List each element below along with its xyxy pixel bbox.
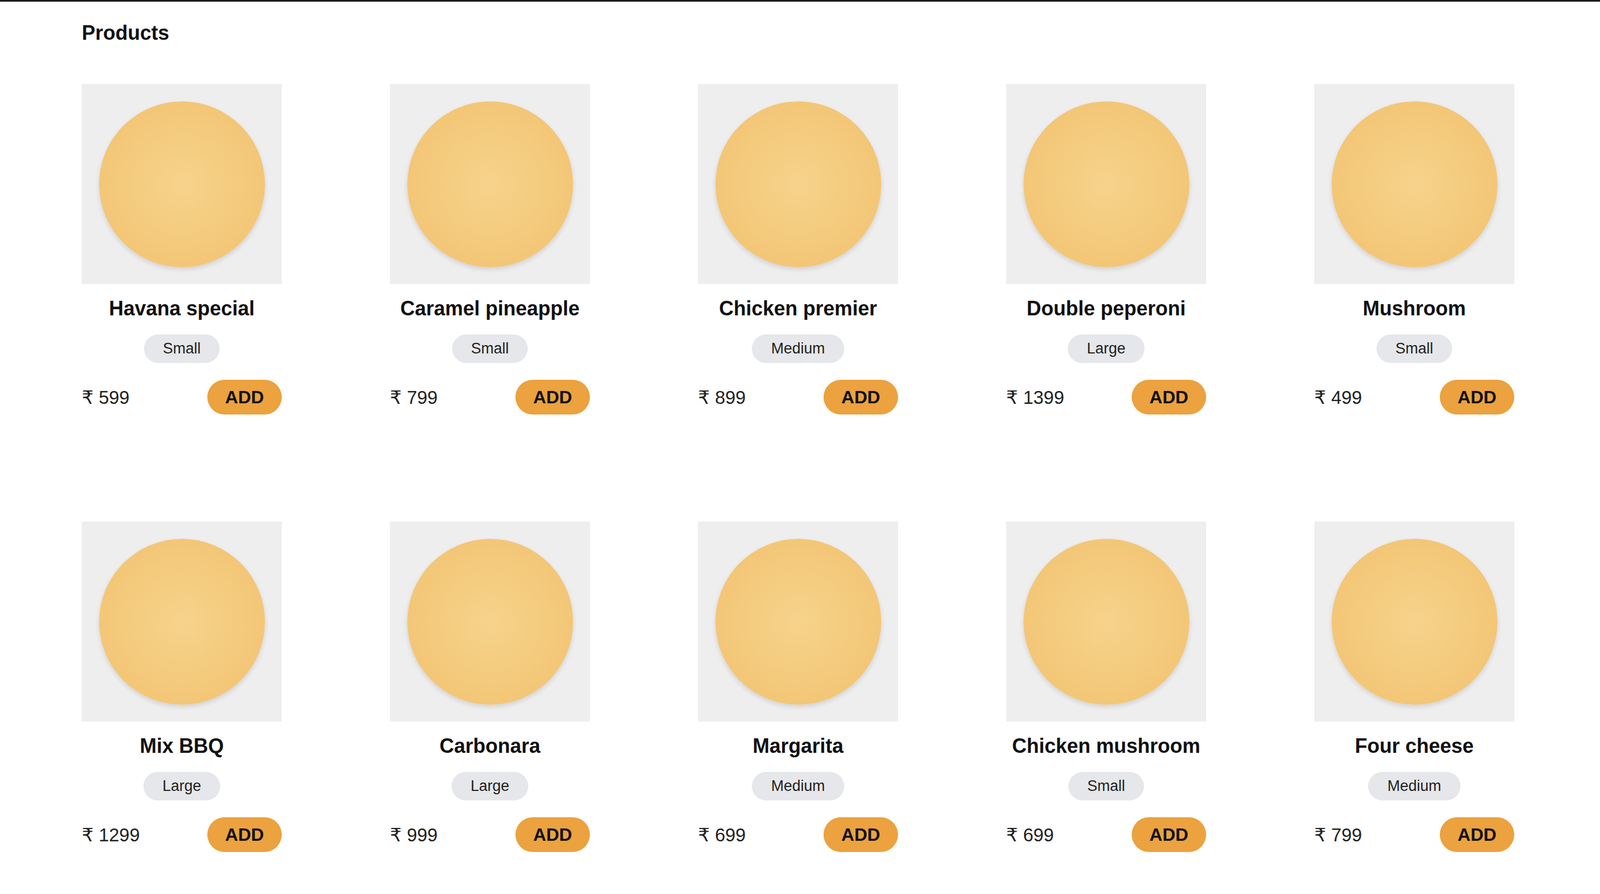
- pizza-icon: [99, 538, 265, 705]
- pizza-icon: [1331, 538, 1498, 705]
- product-photo: [1314, 84, 1515, 285]
- price-row: ₹ 1399 ADD: [1006, 379, 1207, 415]
- product-card: Havana special Small ₹ 599 ADD: [81, 84, 282, 415]
- price-row: ₹ 799 ADD: [1314, 817, 1515, 853]
- product-card: Mushroom Small ₹ 499 ADD: [1314, 84, 1515, 415]
- product-photo: [1006, 84, 1207, 285]
- add-button[interactable]: ADD: [515, 817, 590, 853]
- product-photo: [698, 84, 899, 285]
- size-badge: Large: [143, 771, 221, 801]
- product-photo: [81, 521, 282, 722]
- product-price: ₹ 799: [1314, 824, 1362, 846]
- product-card: Chicken premier Medium₹ 899 ADD: [698, 84, 899, 415]
- product-price: ₹ 899: [698, 386, 746, 409]
- size-badge: Medium: [751, 334, 844, 364]
- product-price: ₹ 999: [389, 824, 438, 846]
- product-card: Mix BBQ Large ₹ 1299 ADD: [81, 521, 282, 853]
- size-badge: Medium: [1368, 771, 1460, 801]
- size-badge: Medium: [751, 771, 844, 801]
- add-button[interactable]: ADD: [1131, 379, 1207, 415]
- add-button[interactable]: ADD: [207, 379, 282, 415]
- pizza-icon: [407, 538, 574, 705]
- add-button[interactable]: ADD: [1131, 817, 1207, 853]
- size-badge: Large: [1067, 334, 1145, 364]
- product-grid: Havana specialSmall₹ 599ADDCaramel pinea…: [81, 84, 1600, 853]
- product-name: Four cheese: [1354, 733, 1474, 759]
- price-row: ₹ 1299 ADD: [81, 817, 282, 853]
- product-name: Carbonara: [439, 733, 541, 759]
- product-card: Carbonara Large ₹ 999 ADD: [389, 521, 590, 853]
- pizza-icon: [99, 101, 265, 268]
- product-price: ₹ 1399: [1006, 386, 1065, 409]
- product-card: Margarita Medium ₹ 699 ADD: [698, 521, 899, 853]
- size-badge: Small: [452, 334, 529, 364]
- product-price: ₹ 699: [1006, 824, 1054, 846]
- product-price: ₹ 499: [1314, 386, 1362, 409]
- product-name: Mushroom: [1363, 296, 1467, 322]
- size-badge: Small: [1376, 334, 1453, 364]
- price-row: ₹ 699 ADD: [698, 817, 899, 853]
- page-heading: Products: [81, 20, 1600, 46]
- price-row: ₹ 599 ADD: [81, 379, 282, 415]
- price-row: ₹ 699 ADD: [1006, 817, 1207, 853]
- add-button[interactable]: ADD: [1439, 379, 1515, 415]
- size-badge: Small: [143, 334, 221, 364]
- add-button[interactable]: ADD: [823, 379, 899, 415]
- price-row: ₹ 499 ADD: [1314, 379, 1515, 415]
- product-photo: [1006, 521, 1207, 722]
- product-name: Chicken premier: [718, 296, 877, 322]
- product-photo: [81, 84, 282, 285]
- product-price: ₹ 599: [81, 386, 130, 409]
- product-card: Four cheese Medium ₹ 799 ADD: [1314, 521, 1515, 853]
- add-button[interactable]: ADD: [207, 817, 282, 853]
- product-photo: [389, 84, 590, 285]
- product-name: Caramel pineapple: [400, 296, 580, 322]
- pizza-icon: [407, 101, 574, 268]
- pizza-icon: [1023, 538, 1190, 705]
- add-button[interactable]: ADD: [1439, 817, 1515, 853]
- price-row: ₹ 999 ADD: [389, 817, 590, 853]
- pizza-icon: [1331, 101, 1498, 268]
- product-name: Mix BBQ: [139, 733, 224, 759]
- product-price: ₹ 699: [698, 824, 746, 846]
- pizza-icon: [1023, 101, 1190, 268]
- product-price: ₹ 799: [389, 386, 438, 409]
- pizza-icon: [715, 538, 882, 705]
- product-name: Double peperoni: [1026, 296, 1186, 322]
- product-card: Double peperoni Large₹ 1399 ADD: [1006, 84, 1207, 415]
- product-name: Margarita: [752, 733, 844, 759]
- add-button[interactable]: ADD: [515, 379, 590, 415]
- product-name: Havana special: [108, 296, 255, 322]
- price-row: ₹ 799 ADD: [389, 379, 590, 415]
- product-price: ₹ 1299: [81, 824, 141, 846]
- product-name: Chicken mushroom: [1011, 733, 1200, 759]
- product-card: Caramel pineapple Small ₹ 799 ADD: [389, 84, 590, 415]
- product-card: Chicken mushroom Small ₹ 699 ADD: [1006, 521, 1207, 853]
- price-row: ₹ 899 ADD: [698, 379, 899, 415]
- pizza-icon: [715, 101, 882, 268]
- product-photo: [389, 521, 590, 722]
- size-badge: Large: [451, 771, 529, 801]
- product-photo: [1314, 521, 1515, 722]
- products-page: ProductsHavana specialSmall₹ 599ADDCaram…: [0, 0, 1600, 894]
- product-photo: [698, 521, 899, 722]
- add-button[interactable]: ADD: [823, 817, 899, 853]
- size-badge: Small: [1068, 771, 1145, 801]
